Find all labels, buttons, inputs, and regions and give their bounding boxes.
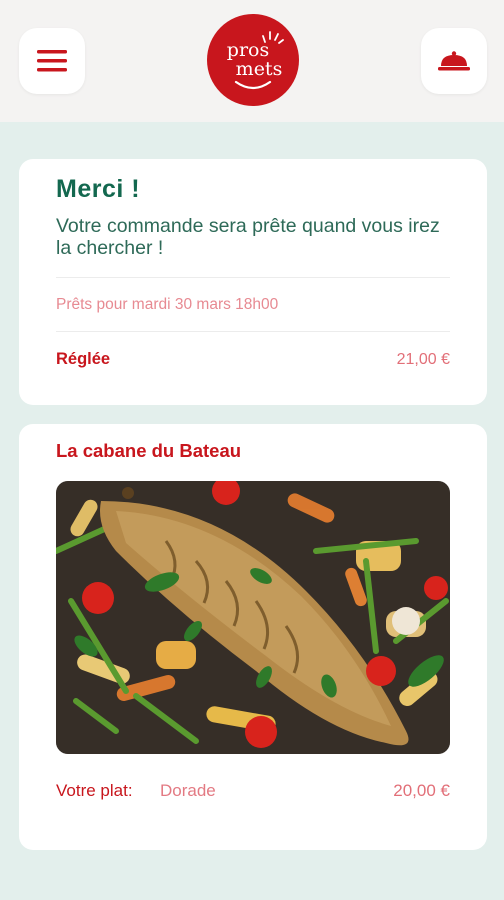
restaurant-name: La cabane du Bateau [56,440,242,461]
total-amount: 21,00 € [396,351,450,368]
divider [56,331,450,332]
order-button[interactable] [421,28,487,94]
confirmation-message: Votre commande sera prête quand vous ire… [56,215,440,259]
divider [56,277,450,278]
prosmets-logo[interactable]: pros mets [207,14,299,106]
dish-label: Votre plat: [56,781,133,800]
dish-price: 20,00 € [393,781,450,800]
cloche-icon [438,51,470,71]
logo-smile-icon [234,80,272,90]
thank-you-title: Merci ! [56,175,141,203]
dish-name: Dorade [160,781,216,800]
top-bar: pros mets [0,0,504,122]
hamburger-menu-icon [37,50,67,72]
order-confirmation-card: Merci ! Votre commande sera prête quand … [19,159,487,405]
payment-status: Réglée [56,350,111,368]
logo-text-bottom: mets [235,58,283,80]
menu-button[interactable] [19,28,85,94]
dish-photo [56,481,450,754]
order-detail-card: La cabane du Bateau Votre plat: Dorade 2… [19,424,487,850]
pickup-time: Prêts pour mardi 30 mars 18h00 [56,296,279,313]
logo-rays-icon [262,31,284,44]
